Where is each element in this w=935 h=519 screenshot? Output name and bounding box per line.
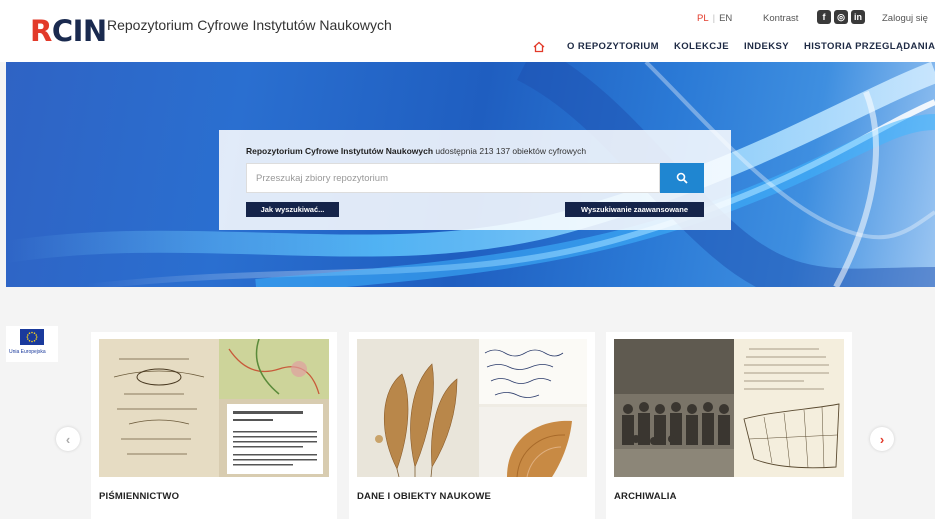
card-title: PIŚMIENNICTWO [99, 491, 180, 502]
home-icon[interactable] [533, 40, 549, 53]
linkedin-icon[interactable]: in [851, 10, 865, 24]
eu-label: Unia Europejska [9, 349, 46, 355]
instagram-icon[interactable]: ◎ [834, 10, 848, 24]
nav-indexes[interactable]: INDEKSY [744, 41, 789, 52]
carousel-next-button[interactable]: › [870, 427, 894, 451]
lang-en-link[interactable]: EN [719, 13, 732, 24]
main-nav: O REPOZYTORIUM KOLEKCJE INDEKSY HISTORIA… [533, 40, 935, 53]
nav-collections[interactable]: KOLEKCJE [674, 41, 729, 52]
contrast-toggle[interactable]: Kontrast [763, 13, 798, 24]
nav-history[interactable]: HISTORIA PRZEGLĄDANIA [804, 41, 935, 52]
literature-collection-image [99, 339, 329, 477]
search-panel: Repozytorium Cyfrowe Instytutów Naukowyc… [219, 130, 731, 230]
collection-card-archives[interactable]: ARCHIWALIA [606, 332, 852, 519]
search-input[interactable] [246, 163, 660, 193]
carousel-prev-button[interactable]: ‹ [56, 427, 80, 451]
search-icon [676, 172, 688, 184]
repository-stats: Repozytorium Cyfrowe Instytutów Naukowyc… [246, 146, 587, 156]
social-links: f ◎ in [817, 10, 865, 24]
search-button[interactable] [660, 163, 704, 193]
nav-about[interactable]: O REPOZYTORIUM [567, 41, 659, 52]
search-help-button[interactable]: Jak wyszukiwać... [246, 202, 339, 217]
eu-badge[interactable]: Unia Europejska [6, 326, 58, 362]
collection-card-literature[interactable]: PIŚMIENNICTWO [91, 332, 337, 519]
facebook-icon[interactable]: f [817, 10, 831, 24]
advanced-search-button[interactable]: Wyszukiwanie zaawansowane [565, 202, 704, 217]
lang-pl-link[interactable]: PL [697, 13, 709, 24]
card-title: DANE I OBIEKTY NAUKOWE [357, 491, 492, 502]
card-title: ARCHIWALIA [614, 491, 677, 502]
language-switcher: PL | EN [697, 13, 733, 24]
scientific-data-collection-image [357, 339, 587, 477]
eu-flag-icon [20, 329, 44, 345]
login-link[interactable]: Zaloguj się [882, 13, 928, 24]
site-subtitle: Repozytorium Cyfrowe Instytutów Naukowyc… [107, 17, 392, 33]
archives-collection-image [614, 339, 844, 477]
site-header: RCIN Repozytorium Cyfrowe Instytutów Nau… [0, 0, 935, 62]
rcin-logo[interactable]: RCIN [30, 14, 107, 48]
collection-card-scientific-data[interactable]: DANE I OBIEKTY NAUKOWE [349, 332, 595, 519]
